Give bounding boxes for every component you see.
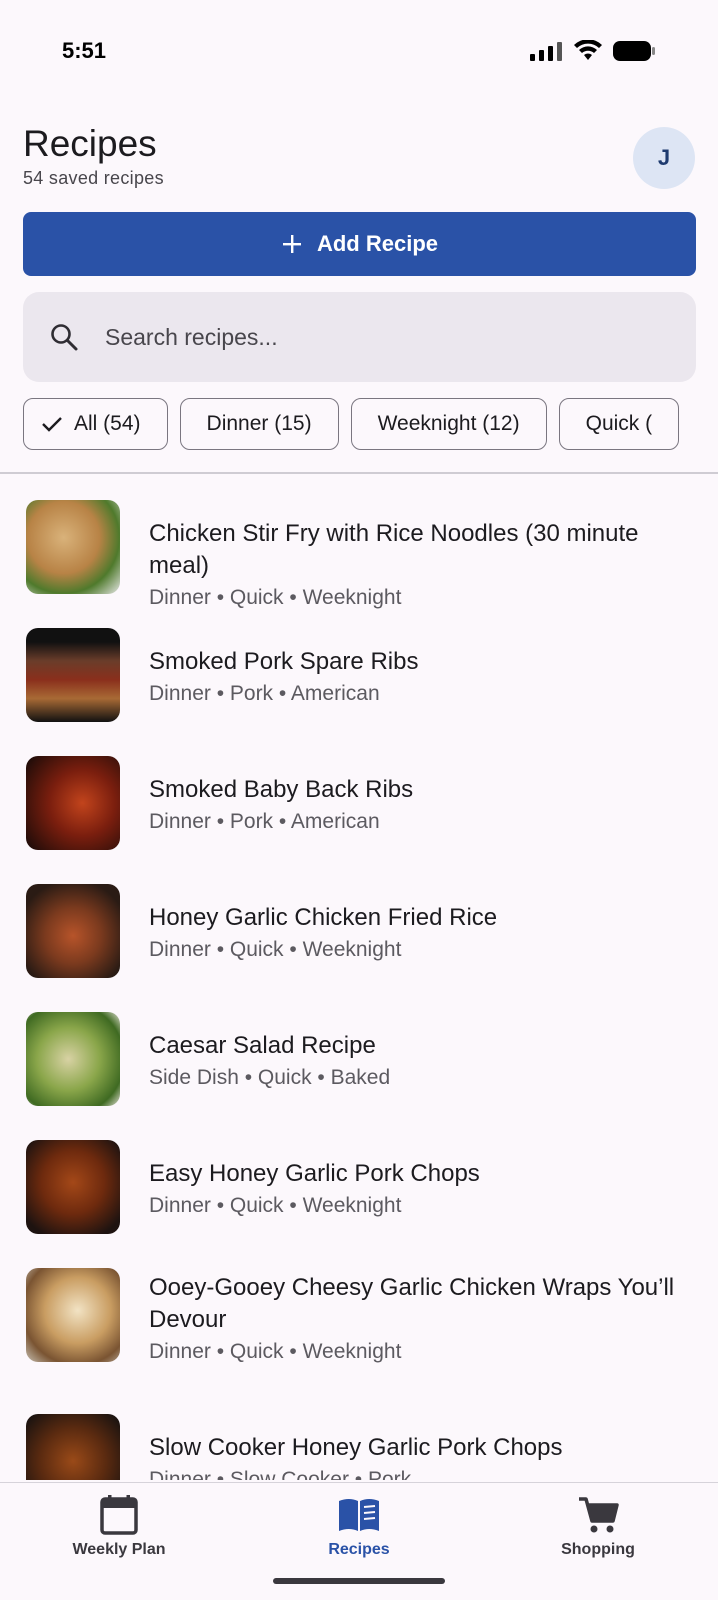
recipe-row[interactable]: Smoked Pork Spare Ribs Dinner • Pork • A… xyxy=(0,628,718,756)
filter-chip-label: All (54) xyxy=(74,412,141,435)
filter-chip-label: Weeknight (12) xyxy=(377,412,520,435)
check-icon xyxy=(42,417,62,432)
recipe-tags: Dinner • Slow Cooker • Pork xyxy=(149,1468,412,1480)
search-input[interactable] xyxy=(105,323,625,351)
filter-chips: All (54) Dinner (15) Weeknight (12) Quic… xyxy=(23,398,696,452)
recipe-row[interactable]: Smoked Baby Back Ribs Dinner • Pork • Am… xyxy=(0,756,718,884)
recipe-row[interactable]: Honey Garlic Chicken Fried Rice Dinner •… xyxy=(0,884,718,1012)
recipe-thumbnail xyxy=(26,1140,120,1234)
filter-chip-all[interactable]: All (54) xyxy=(23,398,168,450)
nav-weekly-plan[interactable]: Weekly Plan xyxy=(29,1495,209,1559)
page-title: Recipes xyxy=(23,123,157,164)
recipe-tags: Side Dish • Quick • Baked xyxy=(149,1066,391,1089)
recipe-title: Ooey-Gooey Cheesy Garlic Chicken Wraps Y… xyxy=(149,1274,675,1333)
cart-icon xyxy=(579,1497,619,1533)
nav-shopping[interactable]: Shopping xyxy=(508,1495,688,1559)
add-recipe-button[interactable]: Add Recipe xyxy=(23,212,696,276)
recipe-row[interactable]: Easy Honey Garlic Pork Chops Dinner • Qu… xyxy=(0,1140,718,1268)
recipe-thumbnail xyxy=(26,884,120,978)
signal-icon xyxy=(530,42,562,61)
battery-icon xyxy=(613,41,655,61)
recipe-tags: Dinner • Quick • Weeknight xyxy=(149,586,402,609)
recipe-tags: Dinner • Quick • Weeknight xyxy=(149,1194,402,1217)
recipe-title: Smoked Pork Spare Ribs xyxy=(149,648,419,675)
recipe-thumbnail xyxy=(26,1012,120,1106)
recipe-row[interactable]: Chicken Stir Fry with Rice Noodles (30 m… xyxy=(0,500,718,628)
recipe-thumbnail xyxy=(26,1414,120,1480)
recipe-thumbnail xyxy=(26,628,120,722)
filter-chip-dinner[interactable]: Dinner (15) xyxy=(179,398,339,450)
recipe-title: Smoked Baby Back Ribs xyxy=(149,776,414,803)
recipe-tags: Dinner • Pork • American xyxy=(149,682,380,705)
search-icon xyxy=(49,322,79,352)
filter-chip-weeknight[interactable]: Weeknight (12) xyxy=(350,398,547,450)
filter-chip-label: Dinner (15) xyxy=(206,412,312,435)
recipe-thumbnail xyxy=(26,756,120,850)
recipe-tags: Dinner • Quick • Weeknight xyxy=(149,938,402,961)
book-icon xyxy=(339,1499,379,1531)
recipe-thumbnail xyxy=(26,1268,120,1362)
recipe-tags: Dinner • Quick • Weeknight xyxy=(149,1340,402,1363)
status-icons xyxy=(530,40,656,62)
nav-label: Shopping xyxy=(561,1541,635,1558)
recipe-thumbnail xyxy=(26,500,120,594)
recipe-title: Slow Cooker Honey Garlic Pork Chops xyxy=(149,1434,563,1461)
nav-label: Weekly Plan xyxy=(72,1541,166,1558)
nav-label: Recipes xyxy=(328,1541,390,1558)
recipe-row[interactable]: Slow Cooker Honey Garlic Pork Chops Dinn… xyxy=(0,1414,718,1480)
home-indicator xyxy=(273,1578,445,1584)
recipe-title: Caesar Salad Recipe xyxy=(149,1032,376,1059)
add-recipe-label: Add Recipe xyxy=(316,231,439,256)
recipe-count: 54 saved recipes xyxy=(23,168,164,188)
nav-recipes[interactable]: Recipes xyxy=(269,1495,449,1559)
recipe-row[interactable]: Caesar Salad Recipe Side Dish • Quick • … xyxy=(0,1012,718,1140)
plus-icon xyxy=(282,235,301,253)
recipe-title: Easy Honey Garlic Pork Chops xyxy=(149,1160,480,1187)
recipe-row[interactable]: Ooey-Gooey Cheesy Garlic Chicken Wraps Y… xyxy=(0,1268,718,1414)
recipe-title: Chicken Stir Fry with Rice Noodles (30 m… xyxy=(149,520,639,579)
divider xyxy=(0,472,718,474)
filter-chip-quick[interactable]: Quick ( xyxy=(558,398,680,450)
status-time: 5:51 xyxy=(62,38,107,63)
avatar[interactable]: J xyxy=(633,127,695,189)
header: Recipes 54 saved recipes J xyxy=(23,122,695,202)
wifi-icon xyxy=(574,40,602,60)
filter-chip-label: Quick ( xyxy=(585,412,653,435)
status-bar: 5:51 xyxy=(0,0,718,100)
recipe-title: Honey Garlic Chicken Fried Rice xyxy=(149,904,498,931)
recipe-list: Chicken Stir Fry with Rice Noodles (30 m… xyxy=(0,480,718,1480)
calendar-icon xyxy=(100,1495,138,1535)
search-bar[interactable] xyxy=(23,292,696,382)
recipe-tags: Dinner • Pork • American xyxy=(149,810,380,833)
